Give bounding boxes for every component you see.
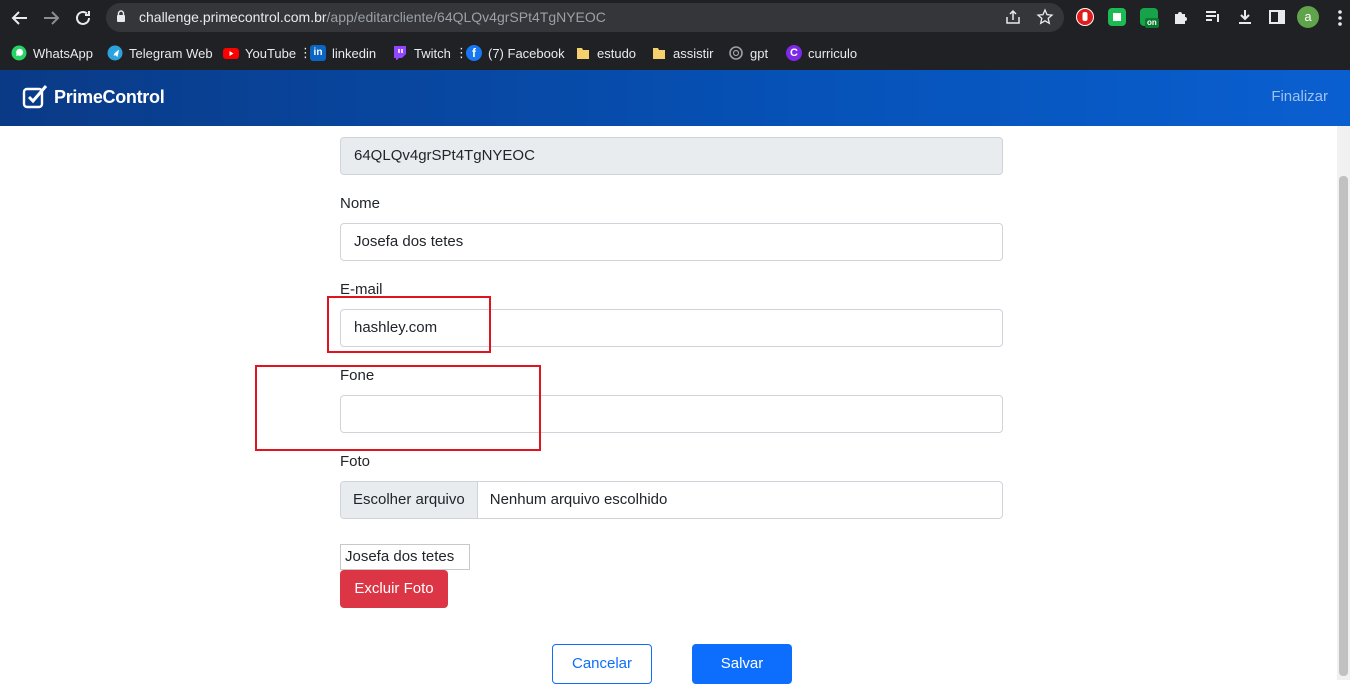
back-arrow-icon[interactable] [8, 6, 32, 30]
extension-badge: on [1145, 18, 1159, 28]
bookmark-youtube[interactable]: YouTube [223, 44, 296, 62]
bookmarks-bar: WhatsApp Telegram Web YouTube ⋮ in linke… [0, 35, 1350, 70]
toggle-extension-icon[interactable]: on [1140, 8, 1159, 28]
bookmark-label: gpt [750, 45, 769, 61]
bookmark-label: WhatsApp [33, 45, 93, 61]
bookmark-folder-assistir[interactable]: assistir [651, 44, 713, 62]
telegram-icon [107, 45, 123, 61]
star-icon[interactable] [1036, 8, 1054, 26]
bookmark-label: linkedin [332, 45, 377, 61]
brand-name: PrimeControl [54, 86, 165, 107]
profile-avatar[interactable]: a [1297, 6, 1319, 28]
bookmark-twitch[interactable]: Twitch [392, 44, 451, 62]
url-path: /app/editarcliente/64QLQv4grSPt4TgNYEOC [326, 9, 606, 25]
reload-icon[interactable] [71, 6, 95, 30]
browser-toolbar: challenge.primecontrol.com.br/app/editar… [0, 0, 1350, 35]
app-header: PrimeControl Finalizar [0, 70, 1350, 126]
bookmark-label: (7) Facebook [488, 45, 565, 61]
twitch-icon [392, 45, 408, 61]
bookmark-label: curriculo [808, 45, 858, 61]
finalizar-link[interactable]: Finalizar [1271, 88, 1328, 105]
brand-logo[interactable]: PrimeControl [22, 84, 165, 110]
foto-file-input[interactable]: Escolher arquivo Nenhum arquivo escolhid… [340, 481, 1003, 519]
delete-photo-button[interactable]: Excluir Foto [340, 570, 448, 608]
url-text[interactable]: challenge.primecontrol.com.br/app/editar… [139, 9, 606, 25]
checkbox-logo-icon [22, 85, 48, 109]
bookmark-facebook[interactable]: f (7) Facebook [466, 44, 565, 62]
address-bar[interactable]: challenge.primecontrol.com.br/app/editar… [106, 3, 1064, 32]
client-photo: Josefa dos tetes [340, 544, 470, 570]
nome-input[interactable]: Josefa dos tetes [340, 223, 1003, 261]
page-scrollbar[interactable] [1337, 126, 1350, 680]
side-panel-icon[interactable] [1268, 8, 1286, 26]
bookmark-gpt[interactable]: gpt [728, 44, 768, 62]
openai-icon [728, 45, 744, 61]
bookmark-label: assistir [673, 45, 714, 61]
youtube-icon [223, 45, 239, 61]
green-extension-icon[interactable] [1108, 8, 1126, 26]
email-annotation-box [327, 296, 491, 353]
url-host: challenge.primecontrol.com.br [139, 9, 327, 25]
media-queue-icon[interactable] [1204, 8, 1222, 26]
bookmark-label: Telegram Web [129, 45, 213, 61]
folder-icon [575, 45, 591, 61]
canva-icon: C [786, 45, 802, 61]
save-button[interactable]: Salvar [692, 644, 792, 684]
profile-initial: a [1304, 9, 1312, 24]
nome-label: Nome [340, 195, 381, 212]
more-menu-icon[interactable] [1334, 8, 1346, 28]
bookmark-curriculo[interactable]: C curriculo [786, 44, 857, 62]
cancel-button[interactable]: Cancelar [552, 644, 652, 684]
share-icon[interactable] [1004, 8, 1022, 26]
forward-arrow-icon[interactable] [39, 6, 63, 30]
bookmark-label: YouTube [245, 45, 297, 61]
whatsapp-icon [11, 45, 27, 61]
bookmark-linkedin[interactable]: in linkedin [310, 44, 376, 62]
bookmark-label: Twitch [414, 45, 451, 61]
adblock-extension-icon[interactable] [1076, 8, 1094, 26]
facebook-icon: f [466, 45, 482, 61]
bookmark-folder-estudo[interactable]: estudo [575, 44, 636, 62]
photo-alt-text: Josefa dos tetes [345, 548, 455, 565]
bookmark-telegram[interactable]: Telegram Web [107, 44, 213, 62]
id-field: 64QLQv4grSPt4TgNYEOC [340, 137, 1003, 175]
scrollbar-thumb[interactable] [1339, 176, 1348, 676]
puzzle-icon[interactable] [1172, 8, 1190, 26]
file-status-text: Nenhum arquivo escolhido [489, 491, 668, 508]
fone-annotation-box [255, 365, 541, 451]
lock-icon [117, 10, 125, 22]
linkedin-icon: in [310, 45, 326, 61]
bookmark-label: estudo [597, 45, 637, 61]
choose-file-button[interactable]: Escolher arquivo [341, 482, 478, 518]
folder-icon [651, 45, 667, 61]
download-icon[interactable] [1236, 8, 1254, 26]
bookmark-whatsapp[interactable]: WhatsApp [11, 44, 93, 62]
foto-label: Foto [340, 453, 371, 470]
